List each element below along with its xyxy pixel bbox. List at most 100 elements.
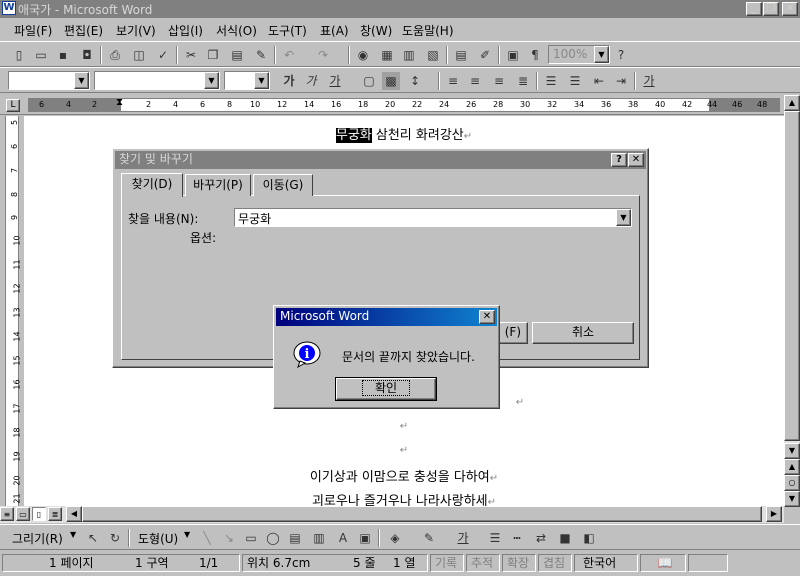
cancel-button[interactable]: 취소 xyxy=(532,322,634,344)
vertical-text-box-icon[interactable]: ▥ xyxy=(310,529,328,547)
drawing-icon[interactable]: ✐ xyxy=(476,46,494,64)
status-ovr[interactable]: 겹침 xyxy=(538,554,572,572)
menu-insert[interactable]: 삽입(I) xyxy=(168,22,203,39)
justify-icon[interactable]: ≣ xyxy=(514,72,532,90)
char-shading-icon[interactable]: ▩ xyxy=(382,72,400,90)
vruler-strip[interactable]: 5 6 7 8 9 10 11 12 13 14 15 16 17 18 19 … xyxy=(5,116,22,506)
normal-view-icon[interactable]: ≡ xyxy=(0,507,14,521)
print-icon[interactable]: ⎙ xyxy=(106,46,124,64)
tab-goto[interactable]: 이동(G) xyxy=(253,174,313,196)
autoshapes-menu-button[interactable]: 도형(U) xyxy=(138,530,178,547)
hyperlink-icon[interactable]: ◉ xyxy=(354,46,372,64)
ok-button[interactable]: 확인 xyxy=(335,377,437,401)
line-color-icon[interactable]: ✎ xyxy=(420,529,438,547)
find-dialog-close-button[interactable]: ✕ xyxy=(628,153,644,167)
undo-icon[interactable]: ↶ xyxy=(280,46,298,64)
chevron-down-icon[interactable]: ▼ xyxy=(616,209,631,226)
menu-file[interactable]: 파일(F) xyxy=(14,22,52,39)
redo-icon[interactable]: ↷ xyxy=(314,46,332,64)
rectangle-icon[interactable]: ▭ xyxy=(242,529,260,547)
scroll-thumb[interactable] xyxy=(784,111,800,441)
shadow-icon[interactable]: ■ xyxy=(556,529,574,547)
cut-icon[interactable]: ✂ xyxy=(182,46,200,64)
alert-close-button[interactable]: ✕ xyxy=(479,310,495,324)
tab-selector-icon[interactable]: L xyxy=(6,99,20,112)
insert-table-icon[interactable]: ▥ xyxy=(400,46,418,64)
office-assistant-icon[interactable]: ? xyxy=(612,46,630,64)
document-line[interactable]: ↵ xyxy=(24,442,784,457)
horizontal-scrollbar[interactable]: ≡ ▭ ▯ ≣ ◀ ▶ xyxy=(0,506,784,523)
oval-icon[interactable]: ◯ xyxy=(264,529,282,547)
hscroll-thumb[interactable] xyxy=(82,506,762,522)
bold-button[interactable]: 가 xyxy=(280,72,298,90)
wordart-icon[interactable]: A xyxy=(334,529,352,547)
font-color-icon[interactable]: 가 xyxy=(640,72,658,90)
print-preview-icon[interactable]: ◫ xyxy=(130,46,148,64)
menu-view[interactable]: 보기(V) xyxy=(116,22,156,39)
char-scale-icon[interactable]: ↕ xyxy=(406,72,424,90)
close-button[interactable]: ✕ xyxy=(782,2,798,16)
chevron-down-icon[interactable]: ▼ xyxy=(204,72,219,89)
menu-help[interactable]: 도움말(H) xyxy=(402,22,454,39)
print-layout-icon[interactable]: ▯ xyxy=(32,507,46,521)
document-line[interactable]: 이기상과 이맘으로 충성을 다하여↵ xyxy=(24,466,784,485)
fill-color-icon[interactable]: ◈ xyxy=(386,529,404,547)
chevron-down-icon[interactable]: ▼ xyxy=(74,72,89,89)
status-language[interactable]: 한국어 xyxy=(574,554,638,572)
chevron-down-icon[interactable]: ▼ xyxy=(254,72,269,89)
show-hide-icon[interactable]: ¶ xyxy=(526,46,544,64)
menu-format[interactable]: 서식(O) xyxy=(216,22,257,39)
copy-icon[interactable]: ❐ xyxy=(204,46,222,64)
draw-menu-button[interactable]: 그리기(R) xyxy=(12,530,63,547)
increase-indent-icon[interactable]: ⇥ xyxy=(612,72,630,90)
horizontal-ruler[interactable]: L 6 4 2 2 4 6 8 10 12 14 16 18 20 22 24 … xyxy=(0,95,784,115)
chevron-down-icon[interactable]: ▼ xyxy=(70,530,76,539)
free-rotate-icon[interactable]: ↻ xyxy=(106,529,124,547)
line-style-icon[interactable]: ☰ xyxy=(486,529,504,547)
arrow-style-icon[interactable]: ⇄ xyxy=(532,529,550,547)
tab-find[interactable]: 찾기(D) xyxy=(121,173,183,197)
save-icon[interactable]: ▪ xyxy=(54,46,72,64)
permission-icon[interactable]: ◘ xyxy=(78,46,96,64)
align-left-icon[interactable]: ≡ xyxy=(444,72,462,90)
ruler-strip[interactable]: 6 4 2 2 4 6 8 10 12 14 16 18 20 22 24 26… xyxy=(28,97,780,112)
select-browse-object-icon[interactable]: ○ xyxy=(784,475,800,491)
font-size-combo[interactable]: ▼ xyxy=(224,71,270,90)
menu-table[interactable]: 표(A) xyxy=(320,22,349,39)
restore-button[interactable]: ❐ xyxy=(763,2,779,16)
columns-icon[interactable]: ▤ xyxy=(452,46,470,64)
document-line[interactable]: ↵ xyxy=(24,418,784,433)
vertical-ruler[interactable]: 5 6 7 8 9 10 11 12 13 14 15 16 17 18 19 … xyxy=(0,116,24,506)
char-border-icon[interactable]: ▢ xyxy=(360,72,378,90)
scroll-up-icon[interactable]: ▲ xyxy=(784,95,800,111)
find-what-input[interactable]: 무궁화 ▼ xyxy=(234,208,632,227)
decrease-indent-icon[interactable]: ⇤ xyxy=(590,72,608,90)
new-document-icon[interactable]: ▯ xyxy=(10,46,28,64)
minimize-button[interactable]: _ xyxy=(746,2,762,16)
arrow-icon[interactable]: ↘ xyxy=(220,529,238,547)
tables-borders-icon[interactable]: ▦ xyxy=(378,46,396,64)
select-objects-icon[interactable]: ↖ xyxy=(84,529,102,547)
help-button[interactable]: ? xyxy=(611,153,627,167)
menu-tools[interactable]: 도구(T) xyxy=(268,22,307,39)
menu-window[interactable]: 창(W) xyxy=(360,22,392,39)
word-app-icon[interactable]: W xyxy=(2,1,16,15)
clip-art-icon[interactable]: ▣ xyxy=(356,529,374,547)
document-line[interactable]: 무궁화 삼천리 화려강산↵ xyxy=(24,124,784,143)
web-layout-icon[interactable]: ▭ xyxy=(16,507,30,521)
scroll-down-icon[interactable]: ▼ xyxy=(784,443,800,459)
format-painter-icon[interactable]: ✎ xyxy=(252,46,270,64)
next-page-icon[interactable]: ▼ xyxy=(784,491,800,507)
scroll-left-icon[interactable]: ◀ xyxy=(66,506,82,522)
vertical-scrollbar[interactable]: ▲ ▼ ▲ ○ ▼ xyxy=(784,95,800,507)
paste-icon[interactable]: ▤ xyxy=(228,46,246,64)
line-icon[interactable]: ╲ xyxy=(198,529,216,547)
open-icon[interactable]: ▭ xyxy=(32,46,50,64)
previous-page-icon[interactable]: ▲ xyxy=(784,459,800,475)
font-color-icon[interactable]: 가 xyxy=(454,529,472,547)
style-combo[interactable]: ▼ xyxy=(8,71,90,90)
spelling-status-icon[interactable]: 📖 xyxy=(640,554,686,572)
selected-text[interactable]: 무궁화 xyxy=(335,128,372,143)
outline-view-icon[interactable]: ≣ xyxy=(48,507,62,521)
align-right-icon[interactable]: ≡ xyxy=(490,72,508,90)
